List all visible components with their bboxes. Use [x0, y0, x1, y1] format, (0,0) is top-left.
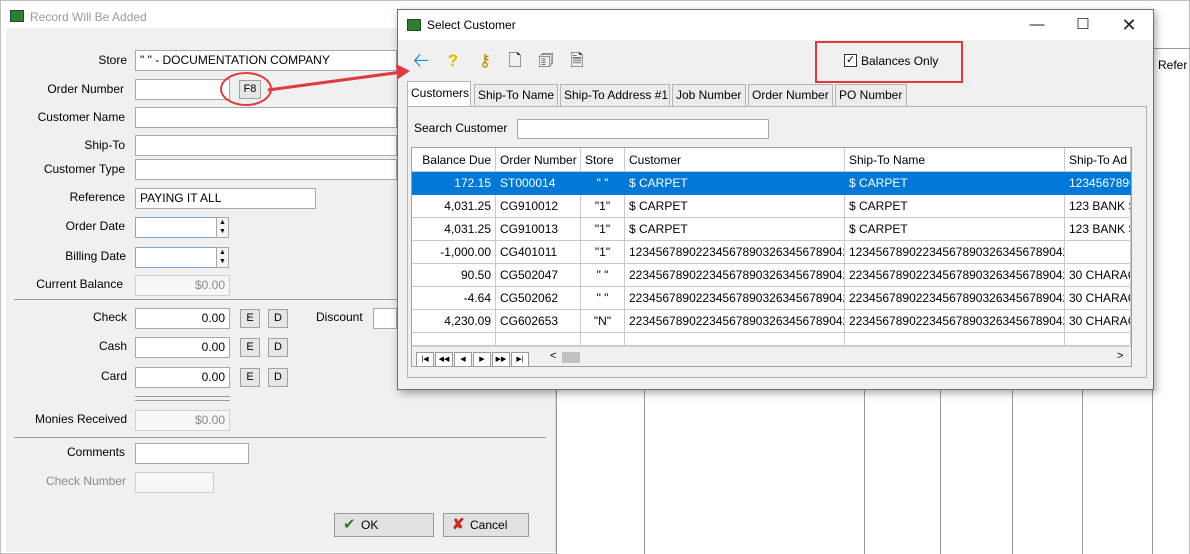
annotation-arrow	[267, 64, 410, 92]
